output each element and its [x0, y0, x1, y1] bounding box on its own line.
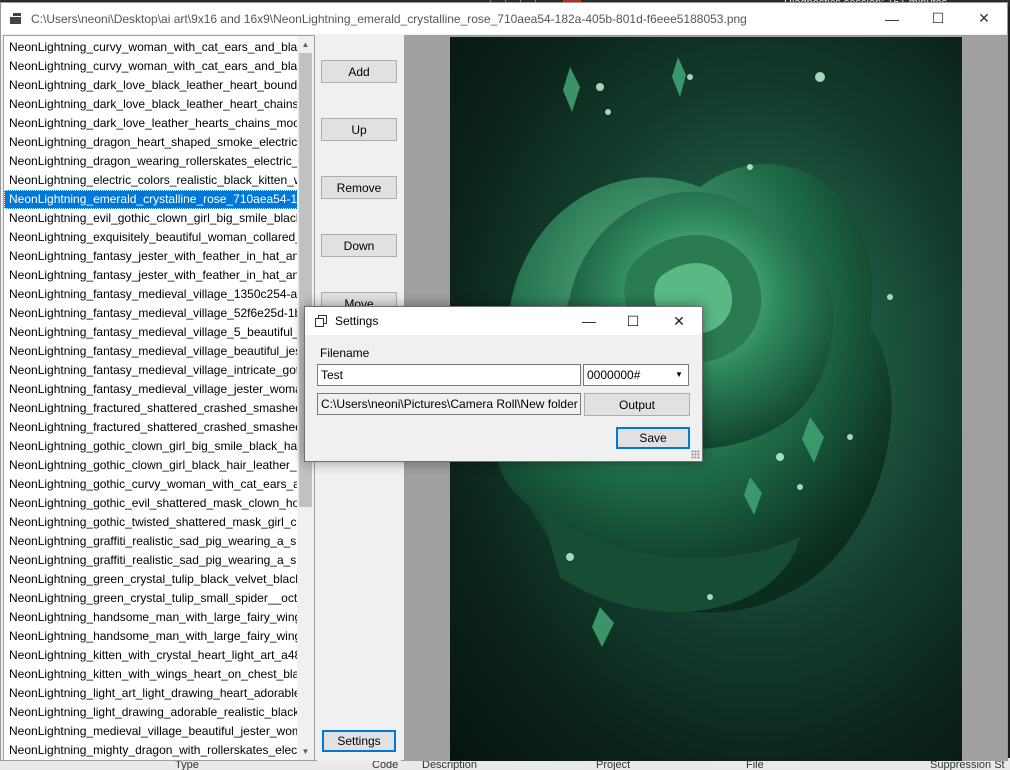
file-list-item[interactable]: NeonLightning_fantasy_jester_with_feathe… [4, 266, 298, 285]
file-list-item[interactable]: NeonLightning_graffiti_realistic_sad_pig… [4, 532, 298, 551]
window-icon [315, 315, 327, 327]
file-list-item[interactable]: NeonLightning_fractured_shattered_crashe… [4, 399, 298, 418]
file-list-item[interactable]: NeonLightning_gothic_evil_shattered_mask… [4, 494, 298, 513]
file-list-item[interactable]: NeonLightning_handsome_man_with_large_fa… [4, 608, 298, 627]
file-list-item[interactable]: NeonLightning_fantasy_medieval_village_b… [4, 342, 298, 361]
close-icon: ✕ [673, 312, 685, 329]
file-list-item[interactable]: NeonLightning_green_crystal_tulip_black_… [4, 570, 298, 589]
save-button[interactable]: Save [616, 427, 690, 449]
app-icon [10, 13, 21, 24]
window-title: C:\Users\neoni\Desktop\ai art\9x16 and 1… [31, 12, 747, 26]
file-list-item[interactable]: NeonLightning_dragon_heart_shaped_smoke_… [4, 133, 298, 152]
format-value: 0000000# [587, 368, 641, 382]
file-list-item[interactable]: NeonLightning_handsome_man_with_large_fa… [4, 627, 298, 646]
file-list-item[interactable]: NeonLightning_dark_love_leather_hearts_c… [4, 114, 298, 133]
file-list-item[interactable]: NeonLightning_fantasy_jester_with_feathe… [4, 247, 298, 266]
scroll-down-icon[interactable]: ▼ [297, 743, 314, 760]
file-list-items: NeonLightning_curvy_woman_with_cat_ears_… [4, 38, 298, 760]
file-list-item[interactable]: NeonLightning_exquisitely_beautiful_woma… [4, 228, 298, 247]
file-list-item[interactable]: NeonLightning_kitten_with_wings_heart_on… [4, 665, 298, 684]
dialog-maximize-button[interactable]: ☐ [611, 307, 655, 335]
file-list-item[interactable]: NeonLightning_gothic_clown_girl_black_ha… [4, 456, 298, 475]
maximize-icon: ☐ [931, 10, 945, 26]
minimize-icon: — [582, 313, 596, 329]
file-list-item[interactable]: NeonLightning_gothic_clown_girl_big_smil… [4, 437, 298, 456]
add-button[interactable]: Add [321, 60, 397, 83]
file-list-item[interactable]: NeonLightning_light_drawing_adorable_rea… [4, 703, 298, 722]
file-list-item[interactable]: NeonLightning_curvy_woman_with_cat_ears_… [4, 38, 298, 57]
file-list-item[interactable]: NeonLightning_dark_love_black_leather_he… [4, 76, 298, 95]
maximize-button[interactable]: ☐ [915, 3, 961, 34]
output-path-field[interactable]: C:\Users\neoni\Pictures\Camera Roll\New … [317, 393, 581, 415]
file-list-item[interactable]: NeonLightning_dark_love_black_leather_he… [4, 95, 298, 114]
dialog-titlebar[interactable]: Settings — ☐ ✕ [305, 307, 702, 335]
down-button[interactable]: Down [321, 234, 397, 257]
dialog-minimize-button[interactable]: — [567, 307, 611, 335]
close-icon: ✕ [978, 10, 990, 26]
file-list-item[interactable]: NeonLightning_light_art_light_drawing_he… [4, 684, 298, 703]
minimize-icon: — [885, 10, 899, 27]
file-list[interactable]: NeonLightning_curvy_woman_with_cat_ears_… [3, 35, 315, 761]
resize-grip[interactable] [691, 450, 700, 459]
file-list-item[interactable]: NeonLightning_green_crystal_tulip_small_… [4, 589, 298, 608]
file-list-item[interactable]: NeonLightning_gothic_twisted_shattered_m… [4, 513, 298, 532]
up-button[interactable]: Up [321, 118, 397, 141]
file-list-item[interactable]: NeonLightning_fantasy_medieval_village_5… [4, 323, 298, 342]
scroll-up-icon[interactable]: ▲ [297, 36, 314, 53]
remove-button[interactable]: Remove [321, 176, 397, 199]
file-list-item[interactable]: NeonLightning_curvy_woman_with_cat_ears_… [4, 57, 298, 76]
file-list-item[interactable]: NeonLightning_gothic_curvy_woman_with_ca… [4, 475, 298, 494]
file-list-item[interactable]: NeonLightning_kitten_with_crystal_heart_… [4, 646, 298, 665]
chevron-down-icon[interactable]: ▼ [672, 365, 686, 385]
minimize-button[interactable]: — [869, 3, 915, 34]
file-list-item[interactable]: NeonLightning_emerald_crystalline_rose_7… [4, 190, 298, 209]
file-list-item[interactable]: NeonLightning_graffiti_realistic_sad_pig… [4, 551, 298, 570]
file-list-item[interactable]: NeonLightning_electric_colors_realistic_… [4, 171, 298, 190]
window-titlebar[interactable]: C:\Users\neoni\Desktop\ai art\9x16 and 1… [1, 3, 1007, 34]
format-dropdown[interactable]: 0000000# ▼ [583, 364, 689, 386]
settings-button[interactable]: Settings [322, 730, 396, 752]
file-list-item[interactable]: NeonLightning_evil_gothic_clown_girl_big… [4, 209, 298, 228]
dialog-close-button[interactable]: ✕ [657, 307, 701, 335]
settings-dialog: Settings — ☐ ✕ Filename Test 0000000# ▼ … [304, 306, 703, 462]
filename-label: Filename [320, 346, 370, 360]
file-list-item[interactable]: NeonLightning_medieval_village_beautiful… [4, 722, 298, 741]
maximize-icon: ☐ [626, 312, 640, 329]
close-button[interactable]: ✕ [961, 3, 1007, 34]
file-list-item[interactable]: NeonLightning_fantasy_medieval_village_1… [4, 285, 298, 304]
filename-input[interactable]: Test [317, 364, 581, 386]
dialog-title: Settings [335, 314, 379, 328]
file-list-item[interactable]: NeonLightning_fantasy_medieval_village_5… [4, 304, 298, 323]
file-list-item[interactable]: NeonLightning_fantasy_medieval_village_j… [4, 380, 298, 399]
file-list-item[interactable]: NeonLightning_dragon_wearing_rollerskate… [4, 152, 298, 171]
output-button[interactable]: Output [584, 393, 690, 416]
file-list-item[interactable]: NeonLightning_fantasy_medieval_village_i… [4, 361, 298, 380]
file-list-item[interactable]: NeonLightning_fractured_shattered_crashe… [4, 418, 298, 437]
file-list-item[interactable]: NeonLightning_mighty_dragon_with_rollers… [4, 741, 298, 760]
